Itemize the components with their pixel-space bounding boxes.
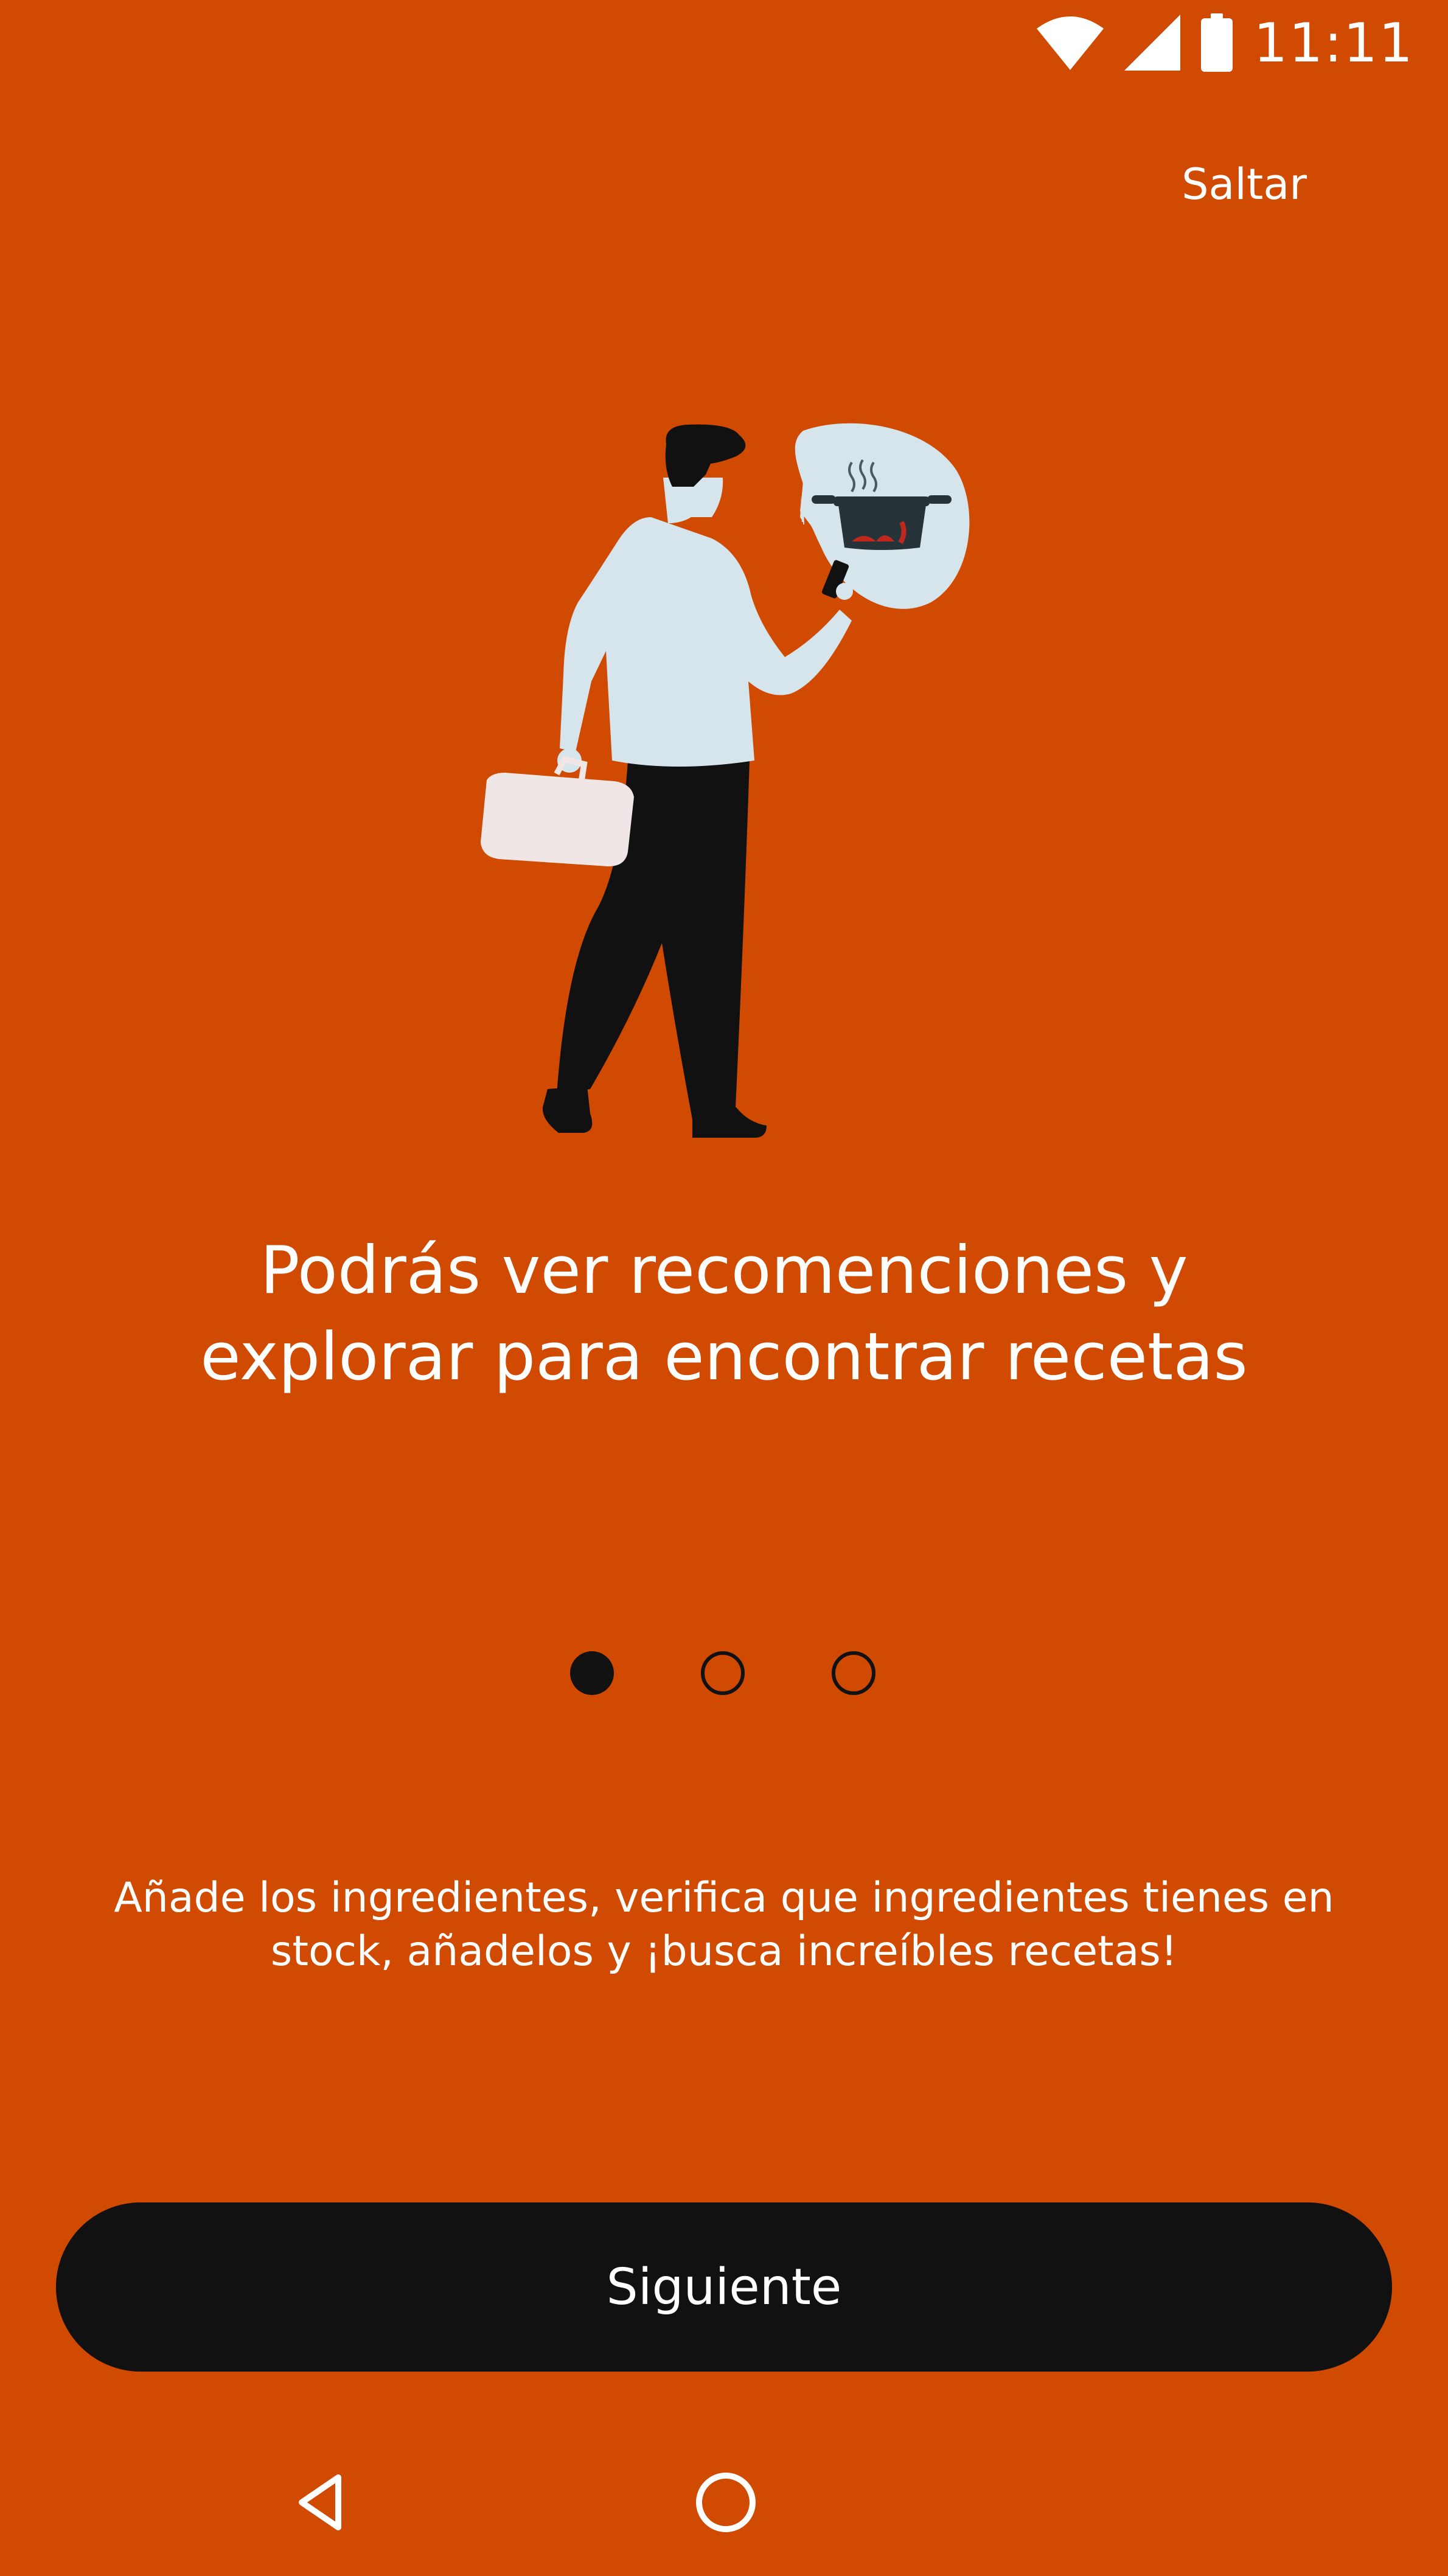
page-dot-1[interactable]	[570, 1651, 614, 1695]
page-dot-3[interactable]	[832, 1651, 875, 1695]
home-icon[interactable]	[692, 2469, 759, 2536]
next-button[interactable]: Siguiente	[56, 2202, 1392, 2372]
onboarding-illustration	[481, 423, 970, 1138]
status-bar: 11:11	[0, 0, 1448, 85]
page-dot-2[interactable]	[701, 1651, 745, 1695]
wifi-icon	[1037, 16, 1104, 70]
status-time: 11:11	[1253, 11, 1414, 74]
page-indicator	[0, 1651, 1448, 1700]
system-nav-bar	[0, 2452, 1448, 2549]
onboarding-headline: Podrás ver recomenciones y explorar para…	[200, 1233, 1248, 1395]
status-icons: 11:11	[1037, 11, 1414, 74]
skip-button[interactable]: Saltar	[1182, 159, 1307, 209]
briefcase	[481, 756, 634, 866]
back-icon[interactable]	[291, 2469, 358, 2536]
battery-icon	[1201, 13, 1233, 72]
onboarding-description: Añade los ingredientes, verifica que ing…	[114, 1874, 1334, 1976]
cell-signal-icon	[1124, 15, 1181, 71]
